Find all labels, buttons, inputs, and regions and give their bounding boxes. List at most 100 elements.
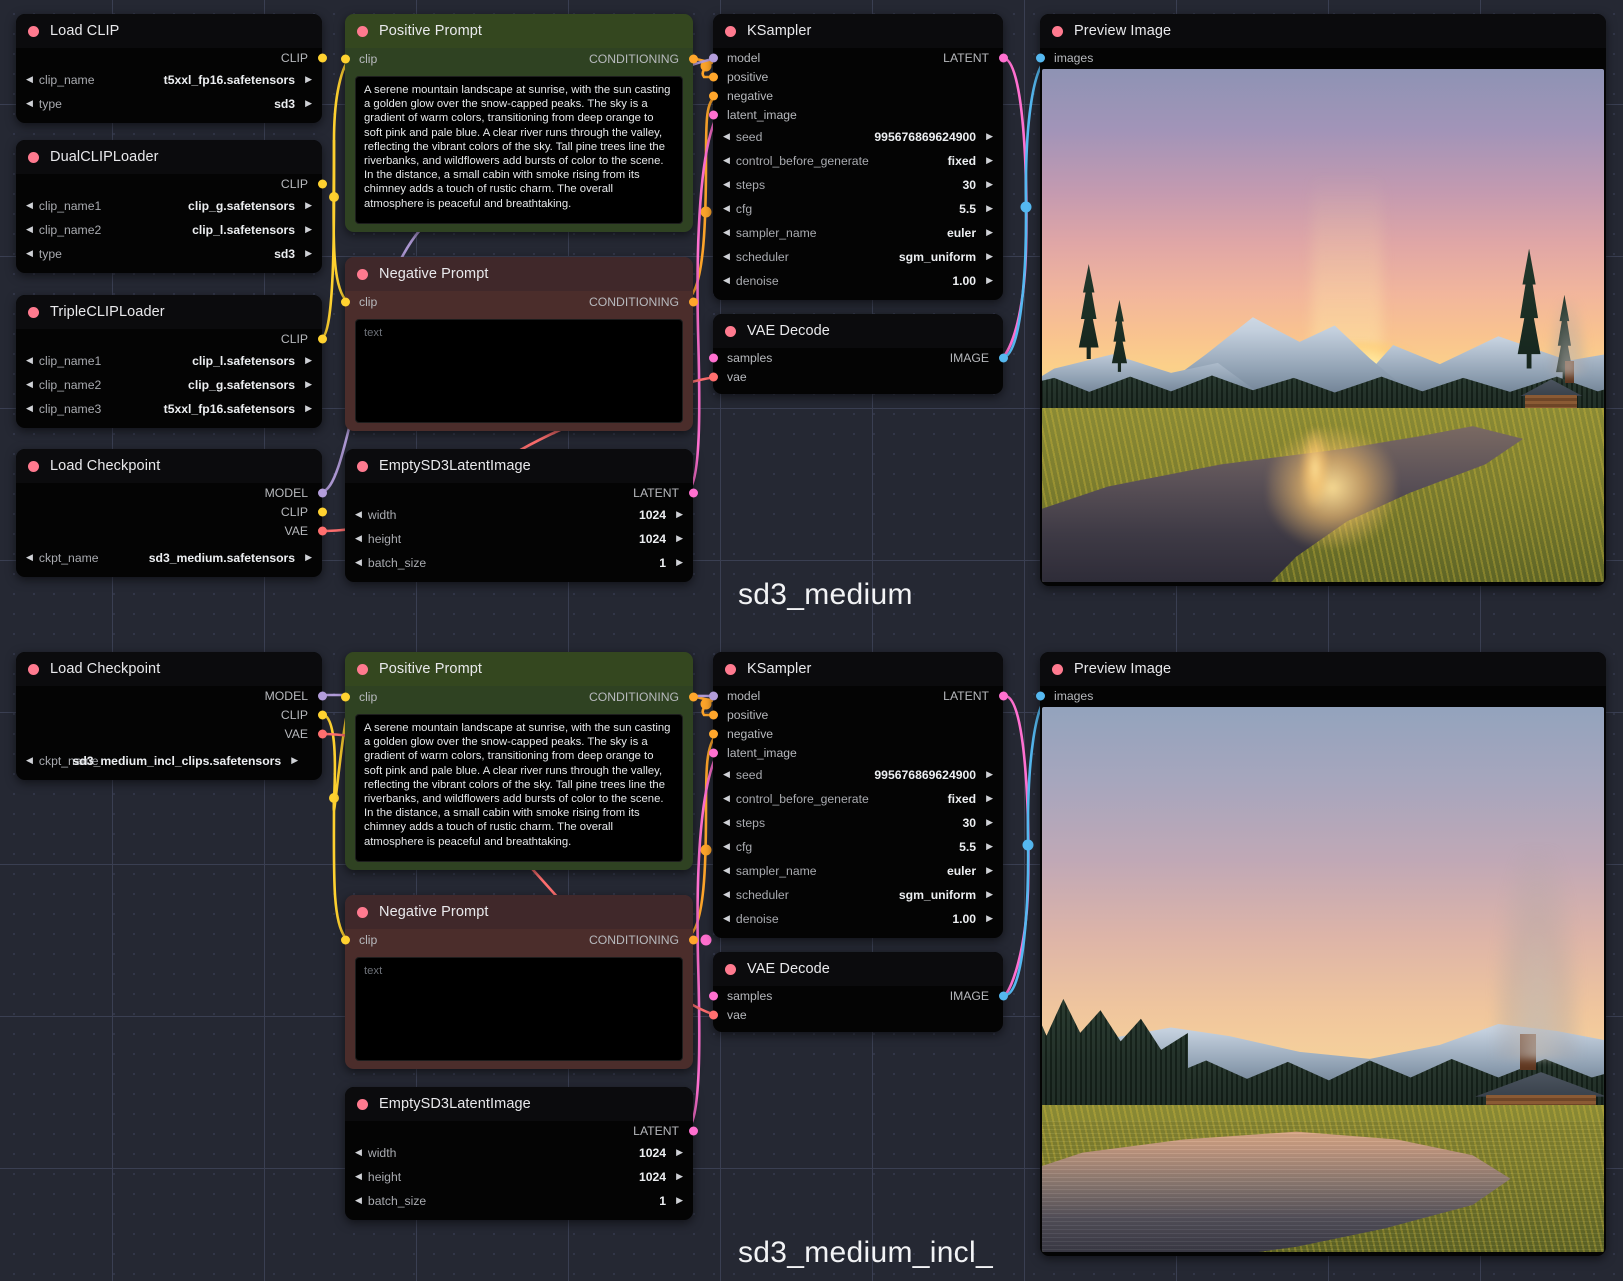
widget-value[interactable]: t5xxl_fp16.safetensors (164, 402, 299, 416)
node-preview-image-top[interactable]: Preview Image images (1040, 14, 1606, 586)
clip-input-dot-icon[interactable] (341, 55, 350, 64)
collapse-dot-icon[interactable] (725, 964, 736, 975)
decrement-arrow-icon[interactable]: ◀ (723, 180, 730, 189)
model-input-dot-icon[interactable] (709, 691, 718, 700)
node-header[interactable]: DualCLIPLoader (16, 140, 322, 174)
image-input-dot-icon[interactable] (1036, 53, 1045, 62)
widget-denoise[interactable]: ◀ denoise 1.00 ▶ (723, 907, 993, 930)
widget-width[interactable]: ◀ width 1024 ▶ (355, 1141, 683, 1164)
widget-steps[interactable]: ◀ steps 30 ▶ (723, 173, 993, 196)
increment-arrow-icon[interactable]: ▶ (305, 356, 312, 365)
decrement-arrow-icon[interactable]: ◀ (26, 249, 33, 258)
widget-value[interactable]: 995676869624900 (874, 768, 980, 782)
collapse-dot-icon[interactable] (357, 907, 368, 918)
decrement-arrow-icon[interactable]: ◀ (723, 132, 730, 141)
decrement-arrow-icon[interactable]: ◀ (355, 534, 362, 543)
collapse-dot-icon[interactable] (28, 461, 39, 472)
widget-ckpt-name[interactable]: ◀ ckpt_name sd3_medium.safetensors ▶ (26, 546, 312, 569)
decrement-arrow-icon[interactable]: ◀ (26, 75, 33, 84)
collapse-dot-icon[interactable] (28, 307, 39, 318)
input-slot-images[interactable]: images (1040, 686, 1606, 705)
increment-arrow-icon[interactable]: ▶ (305, 404, 312, 413)
widget-clip-name2[interactable]: ◀ clip_name2 clip_l.safetensors ▶ (26, 218, 312, 241)
clip-input-dot-icon[interactable] (341, 936, 350, 945)
prompt-textarea[interactable]: A serene mountain landscape at sunrise, … (355, 76, 683, 224)
input-slot-images[interactable]: images (1040, 48, 1606, 67)
node-load-checkpoint-bottom[interactable]: Load Checkpoint MODEL CLIP VAE ◀ ckpt_na… (16, 652, 322, 780)
collapse-dot-icon[interactable] (357, 26, 368, 37)
increment-arrow-icon[interactable]: ▶ (986, 252, 993, 261)
vae-input-dot-icon[interactable] (709, 1010, 718, 1019)
output-slot-model[interactable]: MODEL (16, 686, 322, 705)
latent-input-dot-icon[interactable] (709, 110, 718, 119)
output-slot-clip[interactable]: CLIP (16, 705, 322, 724)
prompt-textarea[interactable]: A serene mountain landscape at sunrise, … (355, 714, 683, 862)
widget-value[interactable]: fixed (948, 154, 980, 168)
collapse-dot-icon[interactable] (725, 326, 736, 337)
increment-arrow-icon[interactable]: ▶ (986, 890, 993, 899)
decrement-arrow-icon[interactable]: ◀ (355, 1172, 362, 1181)
widget-value[interactable]: 1024 (639, 1146, 670, 1160)
collapse-dot-icon[interactable] (357, 664, 368, 675)
clip-output-dot-icon[interactable] (318, 334, 327, 343)
decrement-arrow-icon[interactable]: ◀ (355, 1148, 362, 1157)
input-slot-latent-image[interactable]: latent_image (713, 105, 1003, 124)
widget-seed[interactable]: ◀ seed 995676869624900 ▶ (723, 763, 993, 786)
collapse-dot-icon[interactable] (1052, 664, 1063, 675)
vae-output-dot-icon[interactable] (318, 526, 327, 535)
decrement-arrow-icon[interactable]: ◀ (723, 818, 730, 827)
node-positive-prompt-bottom[interactable]: Positive Prompt clip CONDITIONING A sere… (345, 652, 693, 870)
widget-value[interactable]: clip_g.safetensors (188, 199, 299, 213)
widget-batch-size[interactable]: ◀ batch_size 1 ▶ (355, 551, 683, 574)
increment-arrow-icon[interactable]: ▶ (986, 914, 993, 923)
widget-sampler-name[interactable]: ◀ sampler_name euler ▶ (723, 221, 993, 244)
collapse-dot-icon[interactable] (1052, 26, 1063, 37)
increment-arrow-icon[interactable]: ▶ (305, 75, 312, 84)
widget-control-before-generate[interactable]: ◀ control_before_generate fixed ▶ (723, 787, 993, 810)
decrement-arrow-icon[interactable]: ◀ (723, 252, 730, 261)
input-slot-positive[interactable]: positive (713, 67, 1003, 86)
widget-type[interactable]: ◀ type sd3 ▶ (26, 242, 312, 265)
node-load-clip[interactable]: Load CLIP CLIP ◀ clip_name t5xxl_fp16.sa… (16, 14, 322, 123)
widget-value[interactable]: 1.00 (952, 912, 980, 926)
image-input-dot-icon[interactable] (1036, 691, 1045, 700)
collapse-dot-icon[interactable] (28, 26, 39, 37)
widget-value[interactable]: 1024 (639, 508, 670, 522)
decrement-arrow-icon[interactable]: ◀ (723, 204, 730, 213)
generated-image-cabin-valley[interactable] (1042, 707, 1604, 1252)
io-slot-row[interactable]: clip CONDITIONING (345, 686, 693, 708)
node-ksampler-bottom[interactable]: KSampler model LATENT positive negative … (713, 652, 1003, 938)
collapse-dot-icon[interactable] (357, 461, 368, 472)
node-header[interactable]: VAE Decode (713, 952, 1003, 986)
node-empty-latent-top[interactable]: EmptySD3LatentImage LATENT ◀ width 1024 … (345, 449, 693, 582)
widget-value[interactable]: 1.00 (952, 274, 980, 288)
widget-scheduler[interactable]: ◀ scheduler sgm_uniform ▶ (723, 883, 993, 906)
increment-arrow-icon[interactable]: ▶ (986, 818, 993, 827)
widget-width[interactable]: ◀ width 1024 ▶ (355, 503, 683, 526)
decrement-arrow-icon[interactable]: ◀ (723, 228, 730, 237)
node-dual-clip-loader[interactable]: DualCLIPLoader CLIP ◀ clip_name1 clip_g.… (16, 140, 322, 273)
node-header[interactable]: Negative Prompt (345, 257, 693, 291)
clip-output-dot-icon[interactable] (318, 507, 327, 516)
node-header[interactable]: KSampler (713, 14, 1003, 48)
decrement-arrow-icon[interactable]: ◀ (26, 201, 33, 210)
conditioning-input-dot-icon[interactable] (709, 710, 718, 719)
node-header[interactable]: Load CLIP (16, 14, 322, 48)
widget-value[interactable]: 1 (659, 1194, 670, 1208)
widget-value[interactable]: sgm_uniform (899, 250, 980, 264)
output-slot-model[interactable]: MODEL (16, 483, 322, 502)
node-triple-clip-loader[interactable]: TripleCLIPLoader CLIP ◀ clip_name1 clip_… (16, 295, 322, 428)
widget-type[interactable]: ◀ type sd3 ▶ (26, 92, 312, 115)
output-slot-vae[interactable]: VAE (16, 724, 322, 743)
collapse-dot-icon[interactable] (357, 1099, 368, 1110)
increment-arrow-icon[interactable]: ▶ (676, 558, 683, 567)
conditioning-output-dot-icon[interactable] (689, 693, 698, 702)
latent-input-dot-icon[interactable] (709, 991, 718, 1000)
increment-arrow-icon[interactable]: ▶ (291, 756, 298, 765)
widget-scheduler[interactable]: ◀ scheduler sgm_uniform ▶ (723, 245, 993, 268)
decrement-arrow-icon[interactable]: ◀ (723, 770, 730, 779)
input-slot-negative[interactable]: negative (713, 724, 1003, 743)
increment-arrow-icon[interactable]: ▶ (305, 249, 312, 258)
decrement-arrow-icon[interactable]: ◀ (26, 404, 33, 413)
latent-output-dot-icon[interactable] (689, 488, 698, 497)
